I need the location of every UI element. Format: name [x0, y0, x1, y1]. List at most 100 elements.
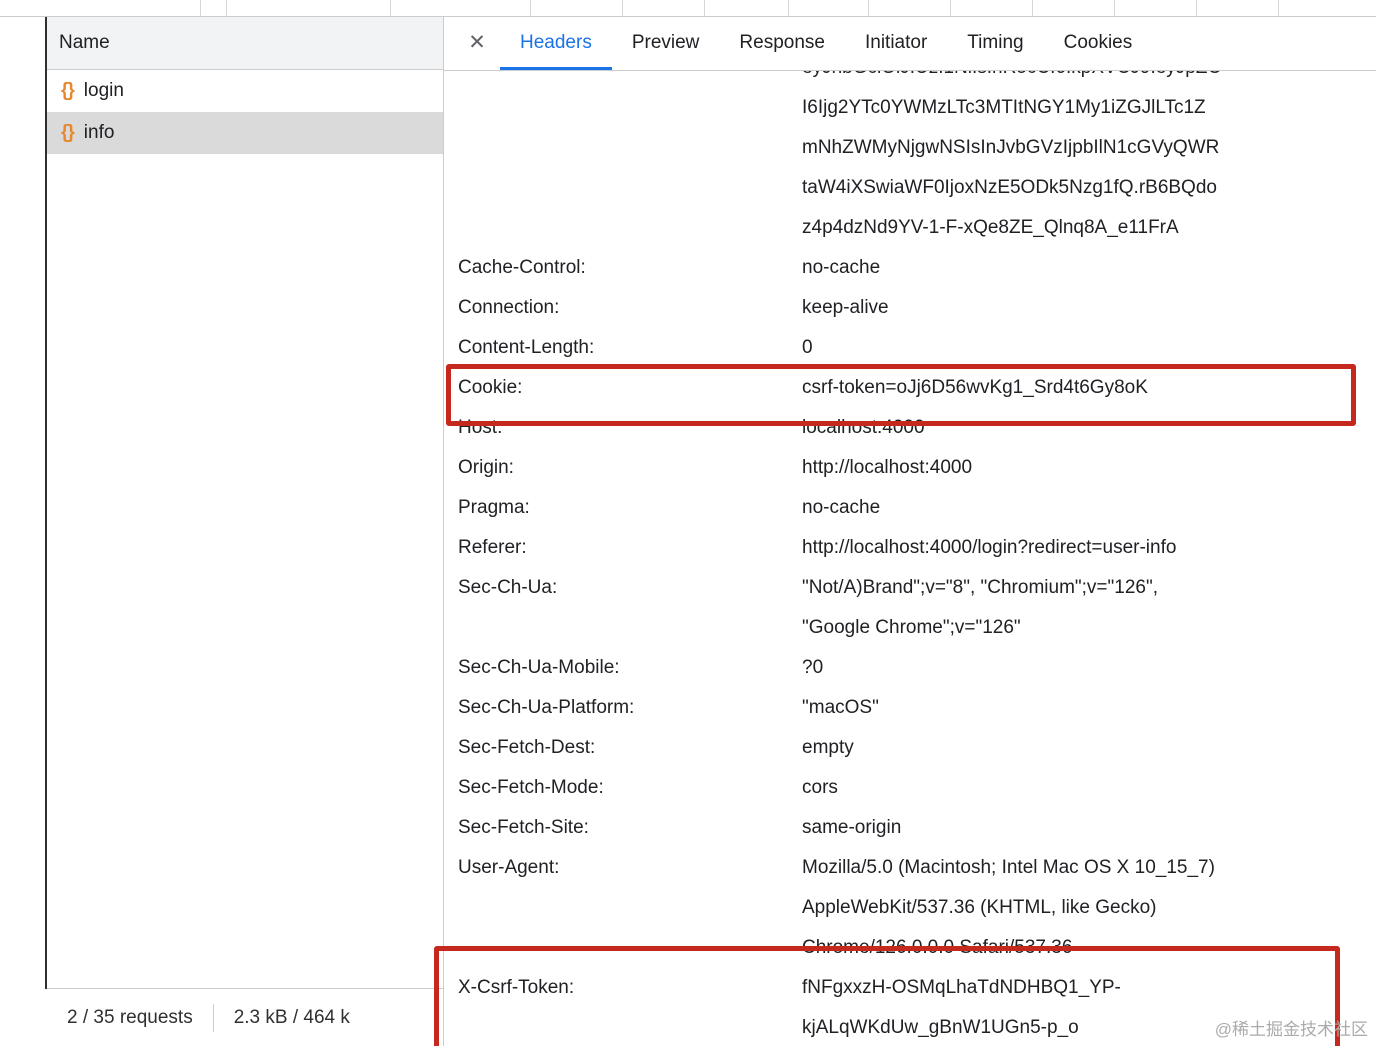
sidebar-detail-divider[interactable]: [443, 16, 444, 1046]
header-name: User-Agent:: [458, 857, 560, 878]
panel-left-edge-line: [45, 0, 47, 989]
header-value-line: fNFgxxzH-OSMqLhaTdNDHBQ1_YP-: [802, 977, 1121, 998]
header-value: http://localhost:4000: [802, 448, 1376, 488]
header-row: Connection: keep-alive: [444, 288, 1376, 328]
tab-initiator[interactable]: Initiator: [845, 16, 947, 70]
header-value: csrf-token=oJj6D56wvKg1_Srd4t6Gy8oK: [802, 368, 1376, 408]
header-name: Content-Length:: [458, 337, 595, 358]
request-list: {} login {} info: [47, 70, 443, 154]
header-row: Sec-Ch-Ua-Platform: "macOS": [444, 688, 1376, 728]
header-value: same-origin: [802, 808, 1376, 848]
header-name: Connection:: [458, 297, 560, 318]
header-name: Origin:: [458, 457, 514, 478]
headers-list: Cache-Control: no-cache Connection: keep-al…: [444, 248, 1376, 1046]
header-row: Sec-Fetch-Mode: cors: [444, 768, 1376, 808]
table-column-divider: [530, 0, 531, 16]
network-summary-bar: 2 / 35 requests 2.3 kB / 464 k: [47, 988, 443, 1046]
header-value-line: no-cache: [802, 497, 881, 518]
header-name: Sec-Fetch-Site:: [458, 817, 589, 838]
header-value-line: "macOS": [802, 697, 879, 718]
curly-braces-icon: {}: [61, 80, 75, 101]
headers-detail-content[interactable]: eyJhbGciOiJIUzI1NiIsInR5cCI6IkpXVCJ9.eyJ…: [444, 48, 1376, 1046]
header-name: Sec-Fetch-Dest:: [458, 737, 596, 758]
header-value: "Not/A)Brand";v="8", "Chromium";v="126",…: [802, 568, 1376, 648]
header-row: Cache-Control: no-cache: [444, 248, 1376, 288]
close-icon[interactable]: ✕: [454, 16, 500, 70]
table-column-divider: [1278, 0, 1279, 16]
header-value-line: "Google Chrome";v="126": [802, 617, 1021, 638]
header-value-line: http://localhost:4000/login?redirect=use…: [802, 537, 1177, 558]
header-value: http://localhost:4000/login?redirect=use…: [802, 528, 1376, 568]
header-value-line: Chrome/126.0.0.0 Safari/537.36: [802, 937, 1073, 958]
header-value-line: mNhZWMyNjgwNSIsInJvbGVzIjpbIlN1cGVyQWR: [802, 137, 1220, 158]
table-column-divider: [704, 0, 705, 16]
header-value: 0: [802, 328, 1376, 368]
network-table-top-sliver: [0, 0, 1376, 17]
detail-tabbar: ✕ Headers Preview Response Initiator Timing C…: [444, 16, 1376, 71]
header-row: Cookie: csrf-token=oJj6D56wvKg1_Srd4t6Gy8…: [444, 368, 1376, 408]
tab-preview[interactable]: Preview: [612, 16, 720, 70]
tab-cookies[interactable]: Cookies: [1044, 16, 1153, 70]
request-row-info[interactable]: {} info: [47, 112, 443, 154]
header-name: Referer:: [458, 537, 527, 558]
header-value-line: cors: [802, 777, 838, 798]
table-column-divider: [390, 0, 391, 16]
header-name: X-Csrf-Token:: [458, 977, 575, 998]
header-name: Sec-Ch-Ua-Mobile:: [458, 657, 620, 678]
header-value: keep-alive: [802, 288, 1376, 328]
header-value: "macOS": [802, 688, 1376, 728]
header-value-line: I6Ijg2YTc0YWMzLTc3MTItNGY1My1iZGJlLTc1Z: [802, 97, 1206, 118]
header-row: Referer: http://localhost:4000/login?redi…: [444, 528, 1376, 568]
header-value: cors: [802, 768, 1376, 808]
table-column-divider: [1196, 0, 1197, 16]
header-value-line: http://localhost:4000: [802, 457, 973, 478]
header-value-line: keep-alive: [802, 297, 889, 318]
detail-tabs: Headers Preview Response Initiator Timing Coo…: [500, 16, 1152, 70]
tab-timing[interactable]: Timing: [947, 16, 1043, 70]
header-value-line: z4p4dzNd9YV-1-F-xQe8ZE_Qlnq8A_e11FrA: [802, 217, 1179, 238]
tab-response[interactable]: Response: [719, 16, 845, 70]
header-name: Sec-Ch-Ua:: [458, 577, 558, 598]
header-value-line: AppleWebKit/537.36 (KHTML, like Gecko): [802, 897, 1157, 918]
header-value-line: localhost:4000: [802, 417, 925, 438]
header-value-line: taW4iXSwiaWF0IjoxNzE5ODk5Nzg1fQ.rB6BQdo: [802, 177, 1217, 198]
header-name: Sec-Fetch-Mode:: [458, 777, 604, 798]
header-row: Content-Length: 0: [444, 328, 1376, 368]
request-label: info: [83, 122, 115, 143]
header-row: Pragma: no-cache: [444, 488, 1376, 528]
header-name: Host:: [458, 417, 503, 438]
header-name: Cache-Control:: [458, 257, 586, 278]
header-value-line: empty: [802, 737, 854, 758]
header-row: Origin: http://localhost:4000: [444, 448, 1376, 488]
header-value-line: ?0: [802, 657, 824, 678]
header-row: User-Agent: Mozilla/5.0 (Macintosh; Intel…: [444, 848, 1376, 968]
header-value-line: "Not/A)Brand";v="8", "Chromium";v="126",: [802, 577, 1158, 598]
header-name: Pragma:: [458, 497, 530, 518]
header-value: no-cache: [802, 248, 1376, 288]
token-overflow: eyJhbGciOiJIUzI1NiIsInR5cCI6IkpXVCJ9.eyJ…: [802, 48, 1376, 248]
request-row-login[interactable]: {} login: [47, 70, 443, 112]
watermark-text: @稀土掘金技术社区: [1214, 1020, 1368, 1039]
table-column-divider: [200, 0, 201, 16]
transferred-size: 2.3 kB / 464 k: [233, 1006, 350, 1028]
table-column-divider: [226, 0, 227, 16]
request-detail-pane[interactable]: ✕ Headers Preview Response Initiator Timing C…: [444, 0, 1376, 1046]
header-value: localhost:4000: [802, 408, 1376, 448]
header-value: Mozilla/5.0 (Macintosh; Intel Mac OS X 1…: [802, 848, 1376, 968]
header-value: empty: [802, 728, 1376, 768]
header-value: ?0: [802, 648, 1376, 688]
header-value: no-cache: [802, 488, 1376, 528]
curly-braces-icon: {}: [61, 122, 75, 143]
header-name: Cookie:: [458, 377, 523, 398]
table-column-divider: [1114, 0, 1115, 16]
header-value-line: 0: [802, 337, 813, 358]
request-label: login: [83, 80, 124, 101]
header-value-line: csrf-token=oJj6D56wvKg1_Srd4t6Gy8oK: [802, 377, 1148, 398]
table-column-divider: [950, 0, 951, 16]
table-column-divider: [788, 0, 789, 16]
tab-headers[interactable]: Headers: [500, 16, 612, 70]
header-value-line: Mozilla/5.0 (Macintosh; Intel Mac OS X 1…: [802, 857, 1215, 878]
name-column-header[interactable]: Name: [47, 16, 443, 70]
requests-count: 2 / 35 requests: [67, 1006, 193, 1028]
header-row: Sec-Fetch-Dest: empty: [444, 728, 1376, 768]
